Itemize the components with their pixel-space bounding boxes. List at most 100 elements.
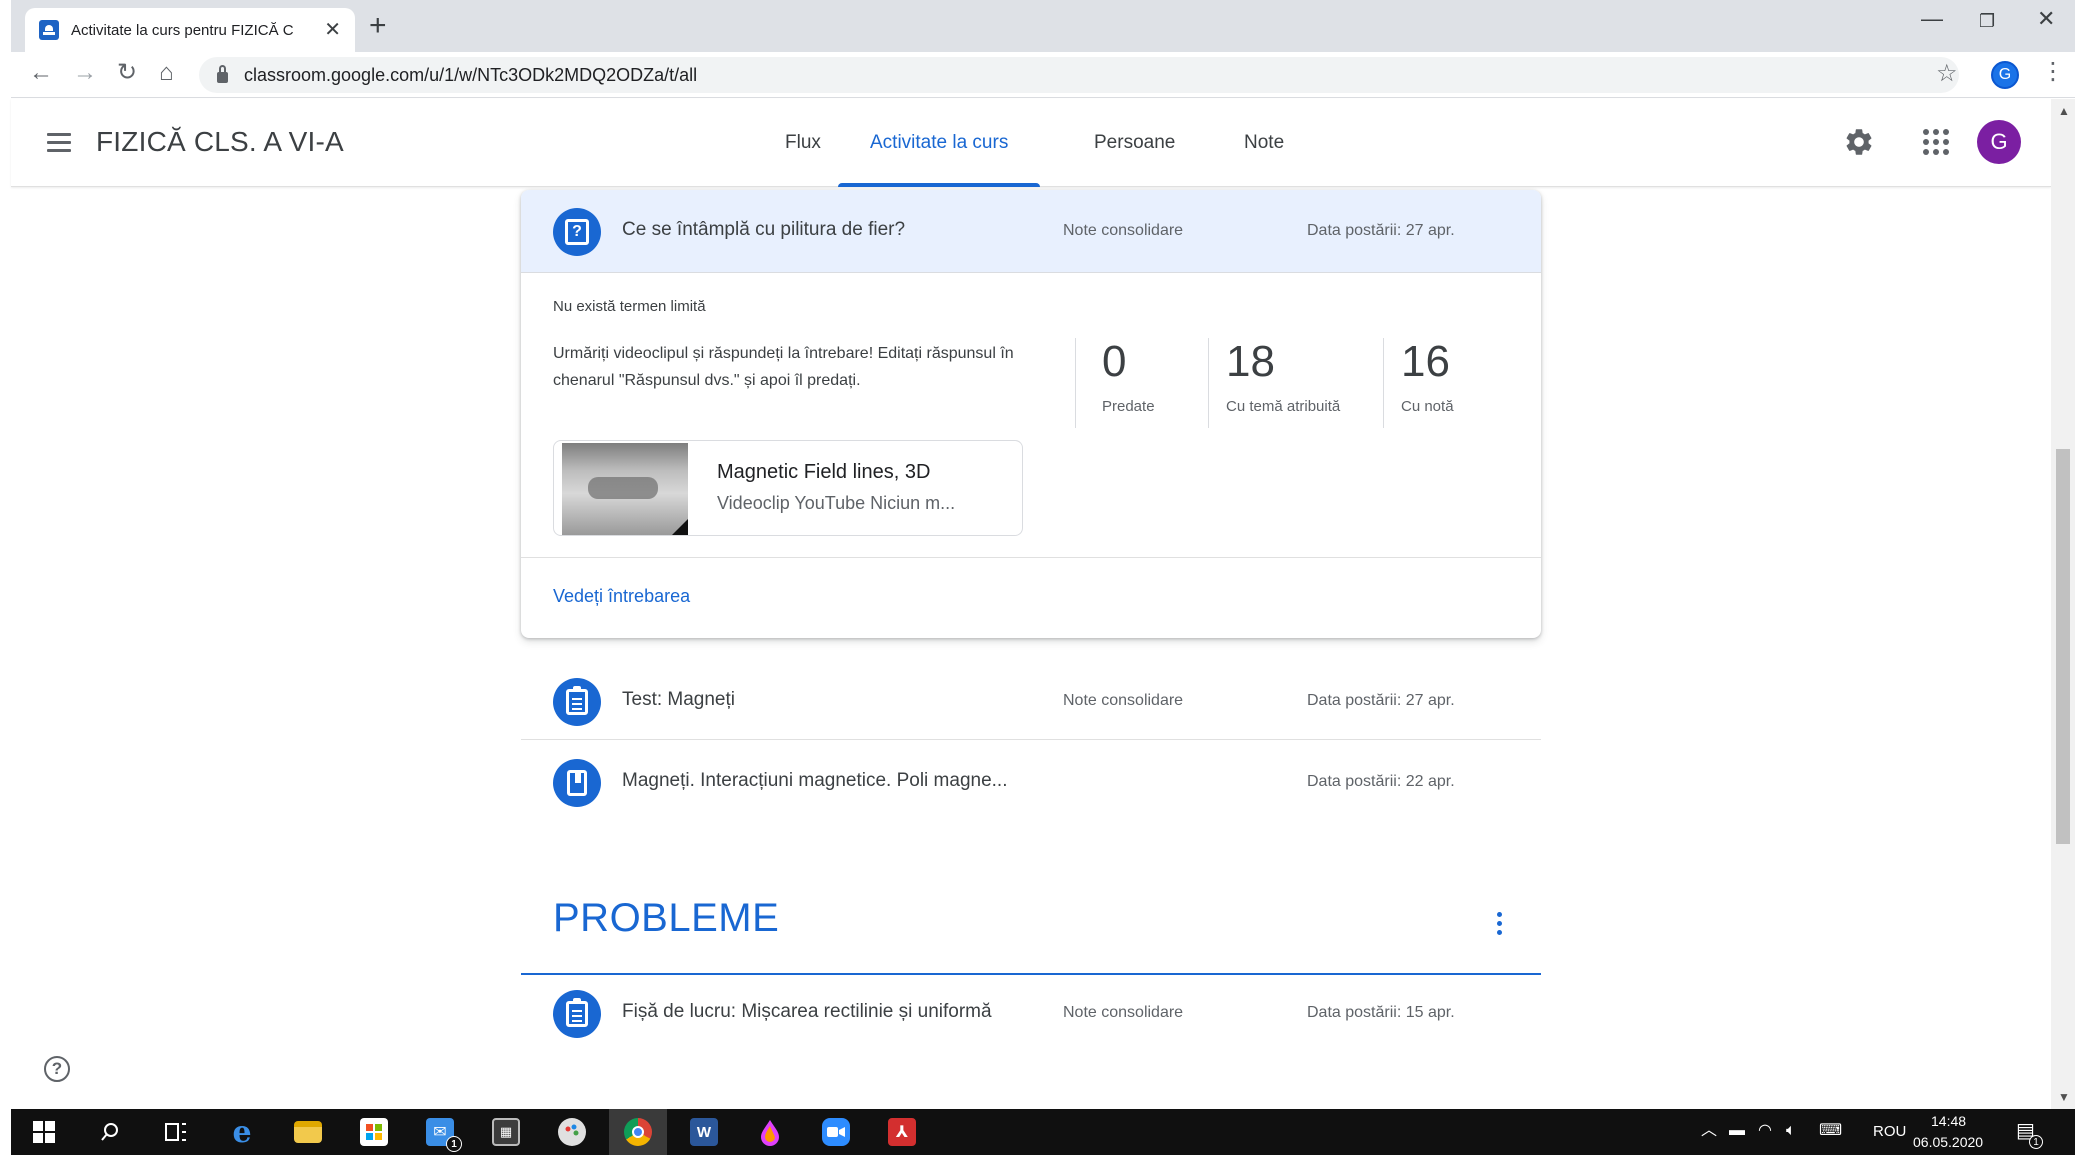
keyboard-icon[interactable]: ⌨︎ [1819, 1123, 1842, 1139]
stat-divider [1383, 338, 1384, 428]
due-date-text: Nu există termen limită [553, 298, 706, 315]
list-item[interactable]: Fișă de lucru: Mișcarea rectilinie și un… [521, 972, 1541, 1052]
browser-tab-strip: Activitate la curs pentru FIZICĂ C ✕ + —… [11, 0, 2075, 52]
user-avatar[interactable]: G [1977, 120, 2021, 164]
browser-profile-avatar[interactable]: G [1991, 61, 2019, 89]
task-view-icon [165, 1123, 186, 1141]
address-bar[interactable]: classroom.google.com/u/1/w/NTc3ODk2MDQ2O… [199, 57, 1959, 93]
back-icon[interactable]: ← [29, 61, 53, 85]
help-icon[interactable]: ? [44, 1056, 70, 1082]
browser-tab[interactable]: Activitate la curs pentru FIZICĂ C ✕ [25, 8, 355, 52]
taskbar-drop-app[interactable] [741, 1109, 799, 1155]
tab-activitate-la-curs[interactable]: Activitate la curs [838, 99, 1041, 187]
taskbar-calculator[interactable]: ▦ [477, 1109, 535, 1155]
stat-assigned[interactable]: 18 Cu temă atribuită [1226, 340, 1340, 430]
main-menu-icon[interactable] [47, 133, 71, 152]
question-icon: ? [553, 208, 601, 256]
minimize-icon[interactable]: — [1921, 8, 1943, 30]
question-date: Data postării: 27 apr. [1307, 222, 1455, 239]
taskbar-zoom[interactable] [807, 1109, 865, 1155]
scroll-down-icon[interactable]: ▼ [2058, 1091, 2070, 1103]
tab-persoane[interactable]: Persoane [1062, 99, 1207, 187]
chrome-icon [624, 1118, 652, 1146]
tab-title: Activitate la curs pentru FIZICĂ C [71, 21, 294, 39]
browser-menu-icon[interactable]: ⋮ [2041, 60, 2065, 84]
volume-icon[interactable]: 🔈︎ [1786, 1123, 1796, 1139]
view-question-link[interactable]: Vedeți întrebarea [553, 586, 690, 607]
close-tab-icon[interactable]: ✕ [324, 20, 341, 40]
item-date: Data postării: 22 apr. [1307, 773, 1455, 790]
taskbar-store[interactable] [345, 1109, 403, 1155]
pdf-icon: ⅄ [888, 1118, 916, 1146]
page-scrollbar[interactable]: ▲ ▼ [2051, 99, 2075, 1109]
search-taskbar[interactable] [81, 1109, 139, 1155]
color-drop-icon [761, 1120, 779, 1146]
attachment-title: Magnetic Field lines, 3D [717, 461, 931, 483]
wifi-icon[interactable]: ◠ [1758, 1123, 1772, 1139]
item-title: Fișă de lucru: Mișcarea rectilinie și un… [622, 1001, 992, 1022]
search-icon [101, 1123, 118, 1141]
stat-assigned-value: 18 [1226, 337, 1275, 386]
item-title: Test: Magneți [622, 689, 735, 710]
browser-toolbar: ← → ↻ ⌂ classroom.google.com/u/1/w/NTc3O… [11, 52, 2075, 98]
expanded-question-card: ? Ce se întâmplă cu pilitura de fier? No… [521, 190, 1541, 638]
clock-date[interactable]: 06.05.2020 [1913, 1134, 1983, 1150]
store-icon [360, 1118, 388, 1146]
word-icon: W [690, 1118, 718, 1146]
classroom-favicon-icon [39, 20, 59, 40]
google-apps-icon[interactable] [1923, 129, 1949, 155]
taskbar-acrobat[interactable]: ⅄ [873, 1109, 931, 1155]
bookmark-star-icon[interactable]: ☆ [1936, 62, 1958, 86]
clock-time[interactable]: 14:48 [1931, 1113, 1966, 1129]
home-icon[interactable]: ⌂ [159, 61, 174, 85]
question-topic: Note consolidare [1063, 222, 1184, 239]
taskbar-file-explorer[interactable] [279, 1109, 337, 1155]
close-window-icon[interactable]: ✕ [2037, 8, 2055, 30]
restore-icon[interactable]: ❐ [1979, 12, 1995, 30]
windows-taskbar: e ✉ 1 ▦ W ⅄ ︿ ▬ ◠ 🔈︎ ⌨︎ ROU 14:48 06.05.… [11, 1109, 2075, 1155]
taskbar-mail[interactable]: ✉ 1 [411, 1109, 469, 1155]
edge-icon: e [232, 1114, 252, 1150]
classroom-header: FIZICĂ CLS. A VI-A Flux Activitate la cu… [11, 99, 2051, 187]
paint-icon [558, 1118, 586, 1146]
taskbar-paint[interactable] [543, 1109, 601, 1155]
calculator-icon: ▦ [492, 1118, 520, 1146]
topic-section-title: PROBLEME [553, 896, 780, 940]
list-item[interactable]: Magneți. Interacțiuni magnetice. Poli ma… [521, 741, 1541, 821]
scroll-thumb[interactable] [2056, 449, 2070, 844]
start-button[interactable] [15, 1109, 73, 1155]
input-language[interactable]: ROU [1873, 1123, 1906, 1140]
show-hidden-icons-icon[interactable]: ︿ [1701, 1123, 1717, 1139]
folder-icon [294, 1121, 322, 1143]
mail-badge: 1 [446, 1136, 462, 1152]
class-title[interactable]: FIZICĂ CLS. A VI-A [96, 126, 344, 158]
settings-gear-icon[interactable] [1843, 126, 1875, 158]
stat-divider [1075, 338, 1076, 428]
lock-icon [217, 64, 228, 83]
section-more-options-icon[interactable] [1497, 912, 1503, 936]
stat-turned-in[interactable]: 0 Predate [1102, 340, 1155, 430]
forward-icon[interactable]: → [73, 61, 97, 85]
battery-icon[interactable]: ▬ [1729, 1123, 1745, 1139]
taskbar-edge[interactable]: e [213, 1109, 271, 1155]
list-item[interactable]: Test: Magneți Note consolidare Data post… [521, 660, 1541, 740]
assignment-icon [553, 990, 601, 1038]
stat-turned-in-label: Predate [1102, 398, 1155, 415]
mail-icon: ✉ 1 [426, 1118, 462, 1152]
tab-note[interactable]: Note [1212, 99, 1316, 187]
item-topic: Note consolidare [1063, 1004, 1184, 1021]
scroll-up-icon[interactable]: ▲ [2058, 105, 2070, 117]
item-date: Data postării: 15 apr. [1307, 1004, 1455, 1021]
stat-divider [1208, 338, 1209, 428]
stat-graded[interactable]: 16 Cu notă [1401, 340, 1454, 430]
new-tab-button[interactable]: + [369, 11, 387, 41]
question-card-header[interactable]: ? Ce se întâmplă cu pilitura de fier? No… [521, 190, 1541, 273]
taskbar-word[interactable]: W [675, 1109, 733, 1155]
youtube-attachment[interactable]: Magnetic Field lines, 3D Videoclip YouTu… [553, 440, 1023, 536]
task-view-button[interactable] [147, 1109, 205, 1155]
stat-graded-label: Cu notă [1401, 398, 1454, 415]
reload-icon[interactable]: ↻ [117, 61, 137, 85]
material-icon [553, 759, 601, 807]
taskbar-chrome[interactable] [609, 1109, 667, 1155]
question-title: Ce se întâmplă cu pilitura de fier? [622, 219, 906, 240]
